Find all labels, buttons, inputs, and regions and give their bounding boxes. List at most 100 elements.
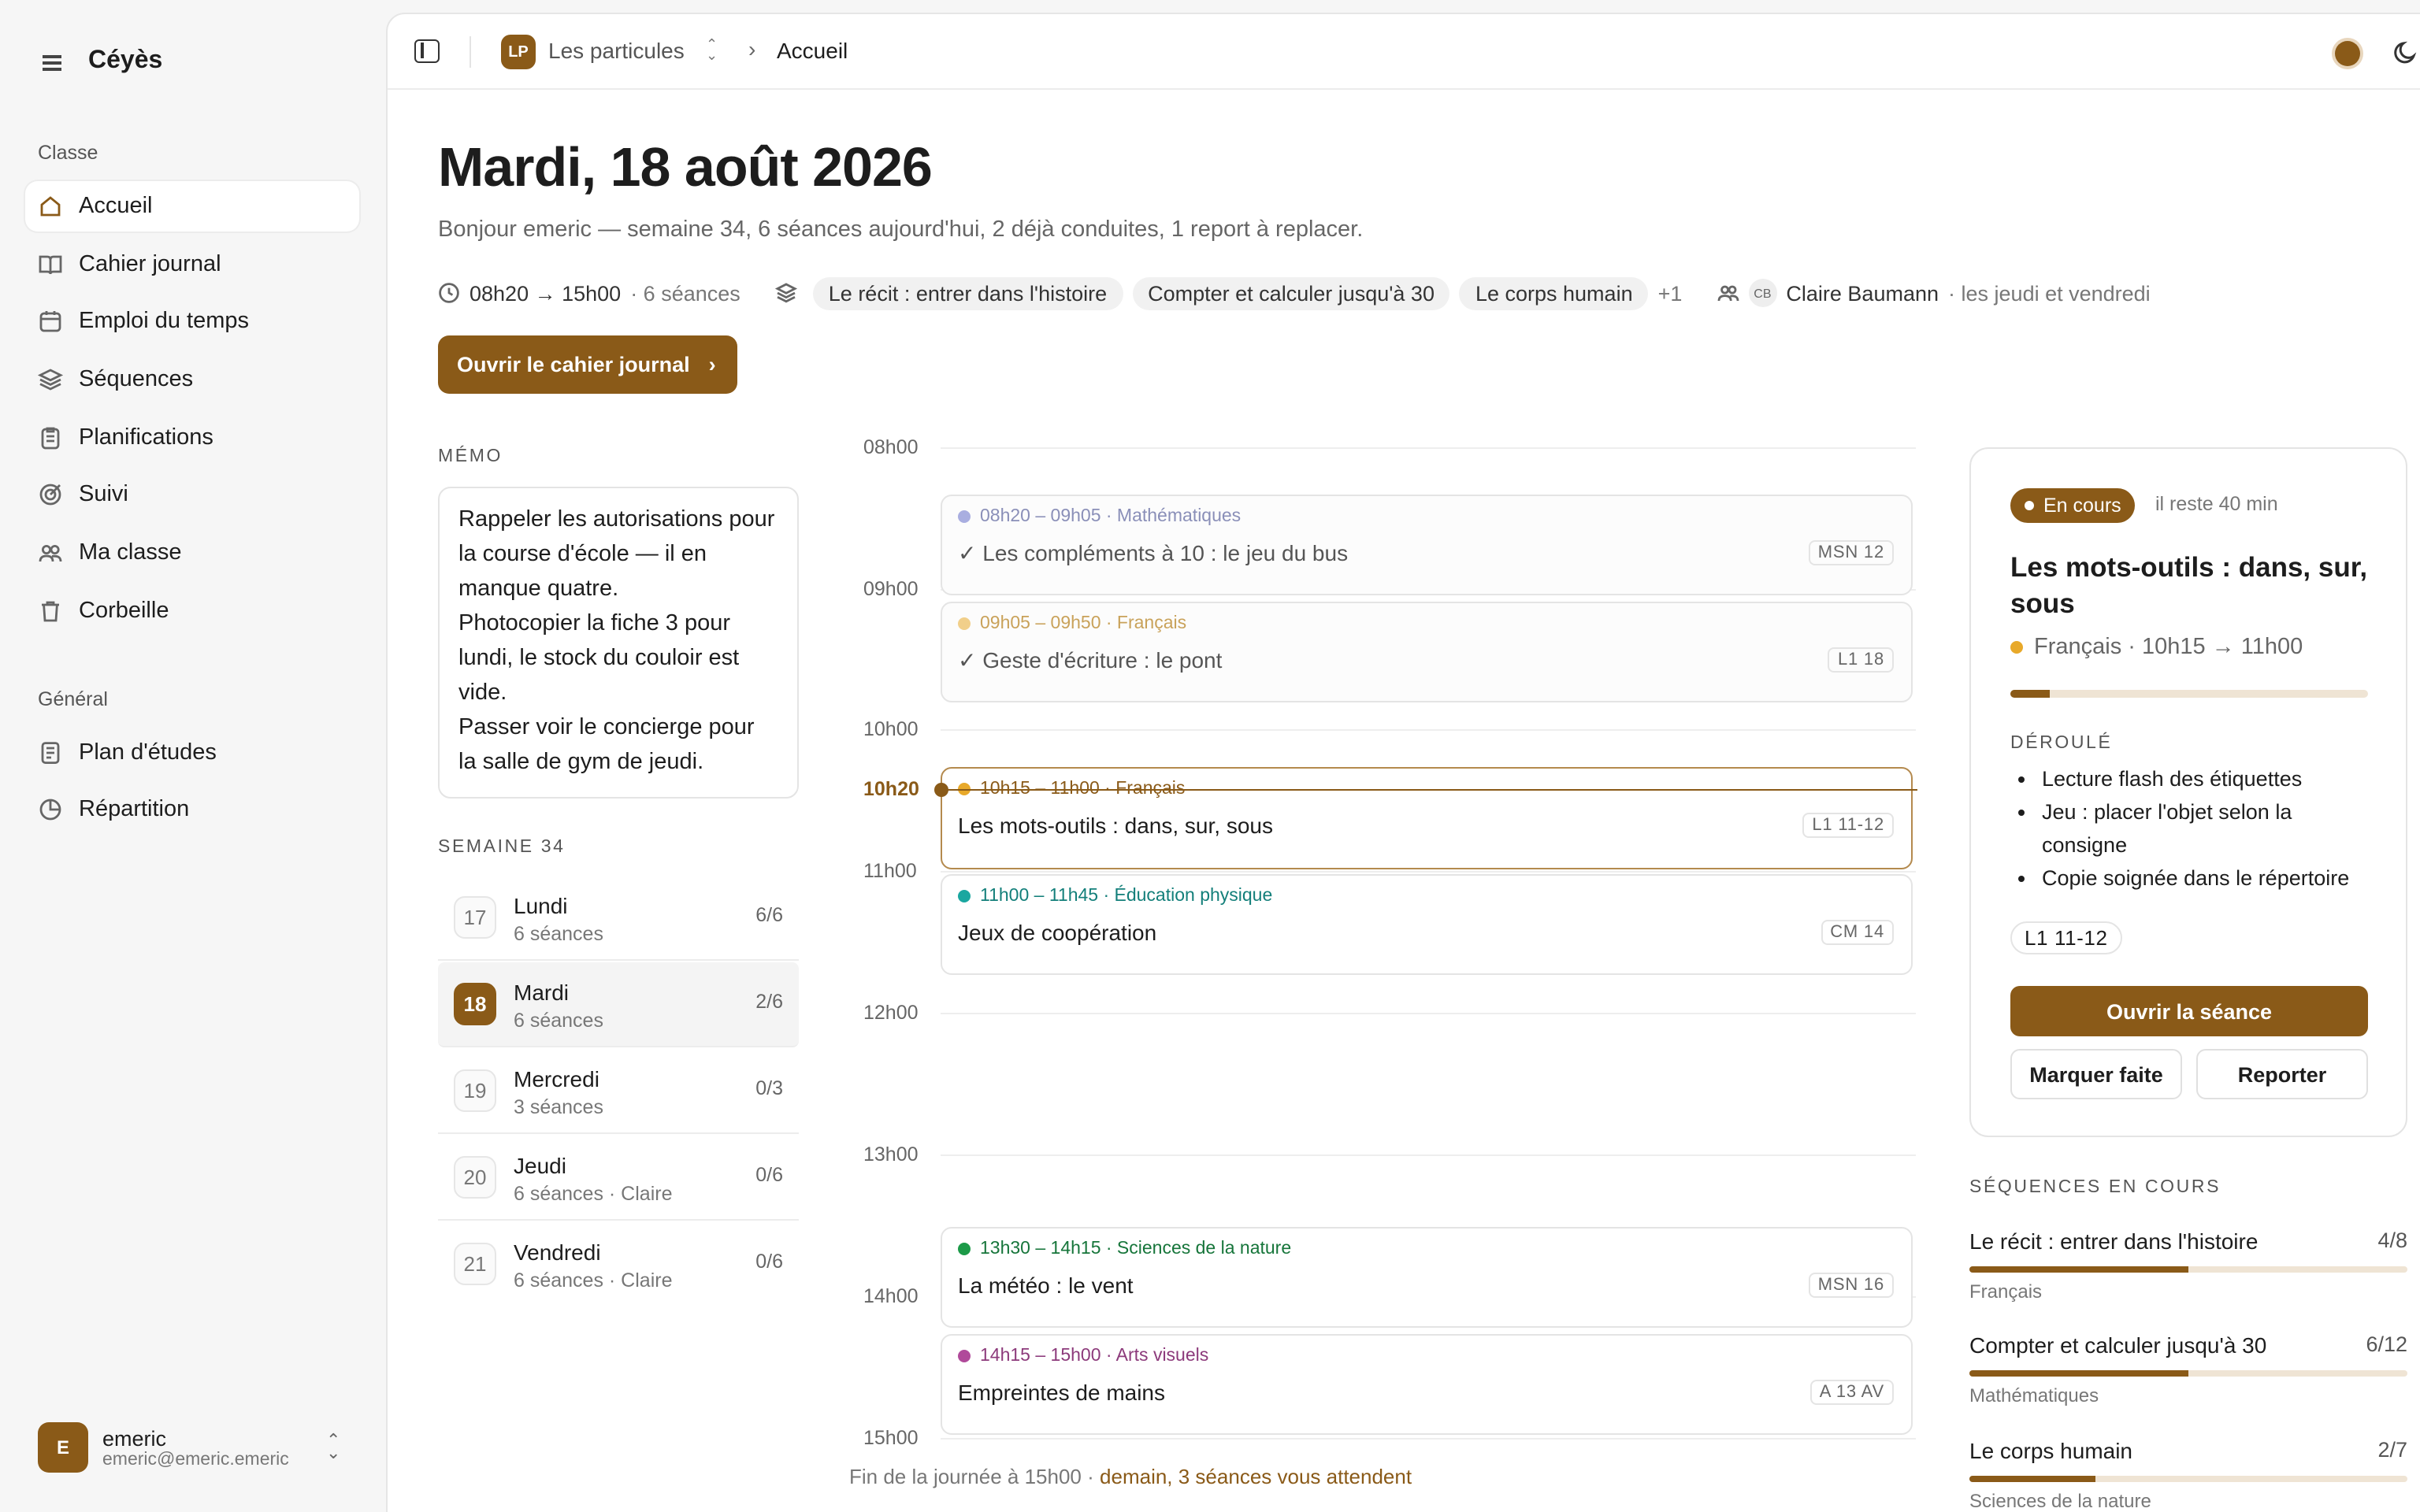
open-session-button[interactable]: Ouvrir la séance xyxy=(2010,986,2368,1036)
hour-line xyxy=(941,1154,1916,1156)
sequence-progress xyxy=(1969,1266,2407,1273)
menu-icon[interactable] xyxy=(38,47,66,76)
user-name: emeric xyxy=(102,1426,167,1450)
list-item: Copie soignée dans le répertoire xyxy=(2042,862,2381,895)
subject-dot xyxy=(958,617,971,630)
sidebar-item-suivi[interactable]: Suivi xyxy=(25,469,359,520)
clipboard-icon xyxy=(41,427,60,450)
breadcrumb-class[interactable]: Les particules xyxy=(548,38,685,63)
sidebar-toggle-icon[interactable] xyxy=(414,39,440,63)
pie-chart-icon xyxy=(39,799,61,821)
user-menu[interactable]: E emeric emeric@emeric.emeric ⌃ ⌄ xyxy=(38,1422,353,1473)
breadcrumb-page: Accueil xyxy=(777,38,848,63)
subject-dot xyxy=(958,510,971,523)
sequences-label: SÉQUENCES EN COURS xyxy=(1969,1178,2221,1197)
week-day-row[interactable]: 20 Jeudi 6 séances · Claire 0/6 xyxy=(438,1136,799,1221)
session-code: L1 11-12 xyxy=(2010,921,2122,954)
layers-icon xyxy=(774,283,797,303)
sequence-chip[interactable]: Le corps humain xyxy=(1459,276,1649,309)
day-hours: 08h20 → 15h00 xyxy=(470,281,622,305)
list-item: Lecture flash des étiquettes xyxy=(2042,762,2381,795)
timeline-event[interactable]: 13h30 – 14h15 · Sciences de la nature La… xyxy=(941,1227,1913,1328)
accent-color-picker[interactable] xyxy=(2335,41,2360,66)
hour-label: 14h00 xyxy=(863,1285,919,1307)
chevron-up-down-icon[interactable]: ⌃ ⌄ xyxy=(326,1432,340,1462)
trash-icon xyxy=(42,601,59,622)
mark-done-button[interactable]: Marquer faite xyxy=(2010,1049,2182,1099)
hour-line xyxy=(941,729,1916,731)
layers-icon xyxy=(38,369,63,391)
hour-line xyxy=(941,1438,1916,1440)
sidebar-item-corbeille[interactable]: Corbeille xyxy=(25,586,359,636)
divider xyxy=(470,36,471,68)
class-avatar[interactable]: LP xyxy=(501,35,536,69)
week-day-row[interactable]: 21 Vendredi 6 séances · Claire 0/6 xyxy=(438,1222,799,1307)
memo-textarea[interactable]: Rappeler les autorisations pour la cours… xyxy=(438,487,799,799)
sidebar-item-emploi-du-temps[interactable]: Emploi du temps xyxy=(25,296,359,346)
session-progress xyxy=(2010,690,2368,698)
hour-label: 09h00 xyxy=(863,578,919,600)
subject-dot xyxy=(958,1350,971,1362)
hour-label: 13h00 xyxy=(863,1143,919,1166)
now-dot xyxy=(934,783,948,797)
week-day-row[interactable]: 17 Lundi 6 séances 6/6 xyxy=(438,876,799,961)
sequence-progress xyxy=(1969,1476,2407,1482)
hour-label: 11h00 xyxy=(863,860,917,882)
colleague-avatar: CB xyxy=(1748,279,1777,307)
memo-label: MÉMO xyxy=(438,447,503,466)
tomorrow-link[interactable]: demain, 3 séances vous attendent xyxy=(1100,1465,1412,1488)
day-meta: 08h20 → 15h00 · 6 séances Le récit : ent… xyxy=(438,276,2151,310)
more-chips[interactable]: +1 xyxy=(1658,281,1683,305)
day-sessions: · 6 séances xyxy=(630,281,740,305)
hour-label: 08h00 xyxy=(863,436,919,458)
sidebar-item-sequences[interactable]: Séquences xyxy=(25,354,359,405)
timeline-event[interactable]: 09h05 – 09h50 · Français ✓ Geste d'écrit… xyxy=(941,602,1913,702)
timeline-footer: Fin de la journée à 15h00 · demain, 3 sé… xyxy=(849,1465,1412,1488)
timeline-event[interactable]: 08h20 – 09h05 · Mathématiques ✓ Les comp… xyxy=(941,495,1913,595)
current-session-card: En cours il reste 40 min Les mots-outils… xyxy=(1969,447,2407,1137)
sequence-chip[interactable]: Compter et calculer jusqu'à 30 xyxy=(1132,276,1450,309)
open-journal-button[interactable]: Ouvrir le cahier journal › xyxy=(438,335,737,394)
deroule-label: DÉROULÉ xyxy=(2010,734,2113,753)
sidebar-item-ma-classe[interactable]: Ma classe xyxy=(25,528,359,578)
nav-section-general: Général xyxy=(38,688,108,710)
hour-label: 15h00 xyxy=(863,1427,919,1449)
sequence-progress xyxy=(1969,1370,2407,1377)
subject-dot xyxy=(2010,641,2023,654)
sequence-item[interactable]: Compter et calculer jusqu'à 30 6/12 Math… xyxy=(1969,1332,2407,1411)
sidebar-item-planifications[interactable]: Planifications xyxy=(25,413,359,463)
steps-list: Lecture flash des étiquettes Jeu : place… xyxy=(2042,762,2381,895)
week-day-row[interactable]: 18 Mardi 6 séances 2/6 xyxy=(438,962,799,1047)
sidebar-item-plan-etudes[interactable]: Plan d'études xyxy=(25,728,359,778)
page-subtitle: Bonjour emeric — semaine 34, 6 séances a… xyxy=(438,217,1364,243)
postpone-button[interactable]: Reporter xyxy=(2196,1049,2368,1099)
status-badge: En cours xyxy=(2010,488,2136,523)
sequence-item[interactable]: Le récit : entrer dans l'histoire 4/8 Fr… xyxy=(1969,1228,2407,1307)
now-label: 10h20 xyxy=(863,778,919,800)
sidebar-item-repartition[interactable]: Répartition xyxy=(25,784,359,835)
book-icon xyxy=(39,255,62,275)
hour-line xyxy=(941,1013,1916,1014)
avatar: E xyxy=(38,1422,88,1473)
moon-icon[interactable] xyxy=(2392,38,2420,66)
timeline-event-current[interactable]: 10h15 – 11h00 · Français Les mots-outils… xyxy=(941,767,1913,869)
users-icon xyxy=(1717,285,1739,302)
brand[interactable]: Céyès xyxy=(38,47,162,76)
sequence-chip[interactable]: Le récit : entrer dans l'histoire xyxy=(812,276,1123,309)
timeline-event[interactable]: 14h15 – 15h00 · Arts visuels Empreintes … xyxy=(941,1334,1913,1435)
sequence-item[interactable]: Le corps humain 2/7 Sciences de la natur… xyxy=(1969,1438,2407,1512)
topbar: LP Les particules ⌃ ⌄ › Accueil xyxy=(388,14,2420,90)
colleague-name: Claire Baumann xyxy=(1786,281,1939,305)
sidebar-item-cahier-journal[interactable]: Cahier journal xyxy=(25,239,359,290)
session-title: Les mots-outils : dans, sur, sous xyxy=(2010,551,2368,619)
hour-line xyxy=(941,447,1916,449)
chevron-up-down-icon[interactable]: ⌃ ⌄ xyxy=(706,37,718,62)
week-day-row[interactable]: 19 Mercredi 3 séances 0/3 xyxy=(438,1049,799,1134)
hour-line xyxy=(941,871,1916,873)
sidebar-item-accueil[interactable]: Accueil xyxy=(25,181,359,232)
session-subject: Français · 10h15 → 11h00 xyxy=(2010,635,2303,660)
sidebar: Céyès Classe Accueil Cahier journal Empl… xyxy=(0,0,384,1512)
timeline-event[interactable]: 11h00 – 11h45 · Éducation physique Jeux … xyxy=(941,874,1913,975)
list-item: Jeu : placer l'objet selon la consigne xyxy=(2042,795,2381,862)
calendar-icon xyxy=(39,311,61,332)
